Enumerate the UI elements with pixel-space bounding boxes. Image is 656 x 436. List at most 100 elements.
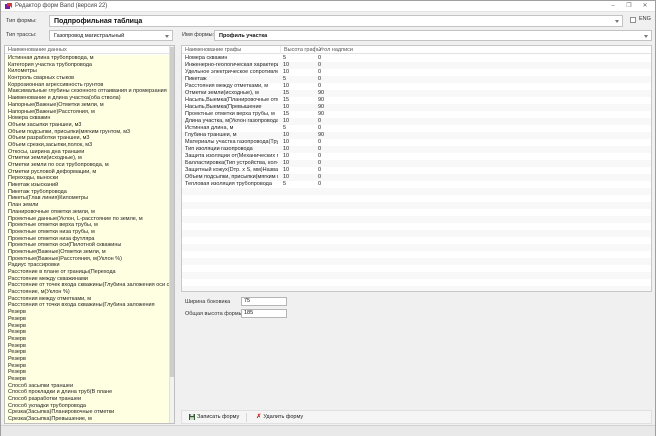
list-item[interactable]: Резерв bbox=[5, 376, 169, 383]
table-row[interactable]: Объем подсыпки, присыпки(мягким грунтом,… bbox=[182, 174, 651, 181]
list-item[interactable]: Контроль сварных стыков bbox=[5, 75, 169, 82]
left-scrollbar-thumb[interactable] bbox=[170, 47, 174, 377]
list-item[interactable]: Резерв bbox=[5, 329, 169, 336]
list-item[interactable]: Отметки русловой деформации, м bbox=[5, 169, 169, 176]
list-item[interactable]: Расстояние в плане от границы(Перехода bbox=[5, 269, 169, 276]
save-form-button[interactable]: Записать форму bbox=[184, 411, 244, 423]
list-item[interactable]: Резерв bbox=[5, 356, 169, 363]
cell-angle[interactable]: 0 bbox=[318, 69, 321, 76]
list-item[interactable]: Истинная длина трубопровода, м bbox=[5, 55, 169, 62]
list-item[interactable]: Проектные отметки оси(Пилотной скважины bbox=[5, 242, 169, 249]
list-item[interactable]: Отметки земли(исходные), м bbox=[5, 155, 169, 162]
table-row[interactable]: Защита изоляции от(Механических поврежде… bbox=[182, 153, 651, 160]
cell-angle[interactable]: 0 bbox=[318, 160, 321, 167]
list-item[interactable]: Максимальные глубины сезонного оттаивани… bbox=[5, 88, 169, 95]
table-row[interactable]: Длина участка, м(Уклон газопровода100 bbox=[182, 118, 651, 125]
form-name-combobox[interactable]: Профиль участка bbox=[214, 30, 652, 41]
table-row[interactable]: Удельное электрическое сопротивление гру… bbox=[182, 69, 651, 76]
cell-height[interactable]: 5 bbox=[283, 76, 286, 83]
table-row[interactable]: Пикетаж50 bbox=[182, 76, 651, 83]
list-item[interactable]: Километры bbox=[5, 68, 169, 75]
cell-height[interactable]: 10 bbox=[283, 160, 289, 167]
table-row[interactable]: Номера скважин50 bbox=[182, 55, 651, 62]
cell-angle[interactable]: 0 bbox=[318, 146, 321, 153]
table-row[interactable]: Материалы участка газопровода(Труба D х … bbox=[182, 139, 651, 146]
cell-height[interactable]: 5 bbox=[283, 181, 286, 188]
table-row[interactable]: Расстояния между отметками, м100 bbox=[182, 83, 651, 90]
cell-angle[interactable]: 0 bbox=[318, 76, 321, 83]
cell-height[interactable]: 10 bbox=[283, 83, 289, 90]
list-item[interactable]: Проектные(Важные)Отметки земли, м bbox=[5, 249, 169, 256]
list-item[interactable]: Напорные(Важные)Расстояния, м bbox=[5, 109, 169, 116]
cell-angle[interactable]: 90 bbox=[318, 97, 324, 104]
list-item[interactable]: Срезка(Засыпка)Превышение, м bbox=[5, 416, 169, 423]
side-width-input[interactable]: 75 bbox=[241, 297, 287, 306]
list-item[interactable]: Проектные отметки низа футляра bbox=[5, 236, 169, 243]
cell-angle[interactable]: 0 bbox=[318, 83, 321, 90]
route-type-combobox[interactable]: Газопровод магистральный bbox=[49, 30, 173, 41]
delete-form-button[interactable]: ✗ Удалить форму bbox=[251, 411, 308, 423]
cell-height[interactable]: 15 bbox=[283, 97, 289, 104]
list-item[interactable]: Объем срезки,засыпки,полок, м3 bbox=[5, 142, 169, 149]
cell-height[interactable]: 10 bbox=[283, 174, 289, 181]
total-height-input[interactable]: 185 bbox=[241, 309, 287, 318]
cell-angle[interactable]: 0 bbox=[318, 153, 321, 160]
list-item[interactable]: Способ засыпки траншеи bbox=[5, 383, 169, 390]
list-item[interactable]: Резерв bbox=[5, 349, 169, 356]
list-item[interactable]: Проектные(Важные)Расстояния, м(Уклон %) bbox=[5, 256, 169, 263]
cell-angle[interactable]: 0 bbox=[318, 174, 321, 181]
cell-height[interactable]: 5 bbox=[283, 125, 286, 132]
cell-angle[interactable]: 0 bbox=[318, 62, 321, 69]
list-item[interactable]: Отметки земли по оси трубопровода, м bbox=[5, 162, 169, 169]
cell-height[interactable]: 10 bbox=[283, 118, 289, 125]
cell-height[interactable]: 10 bbox=[283, 139, 289, 146]
cell-angle[interactable]: 0 bbox=[318, 167, 321, 174]
list-item[interactable]: Откосы, ширина дна траншеи bbox=[5, 149, 169, 156]
table-row[interactable]: Защитный кожух(Dтр. х S, мм)Название100 bbox=[182, 167, 651, 174]
list-item[interactable]: Резерв bbox=[5, 343, 169, 350]
list-item[interactable]: Способ разработки траншеи bbox=[5, 396, 169, 403]
left-scrollbar[interactable] bbox=[169, 46, 174, 423]
cell-height[interactable]: 5 bbox=[283, 55, 286, 62]
cell-angle[interactable]: 0 bbox=[318, 125, 321, 132]
cell-height[interactable]: 10 bbox=[283, 132, 289, 139]
table-row[interactable]: Инженерно-геологическая характеристика г… bbox=[182, 62, 651, 69]
cell-height[interactable]: 15 bbox=[283, 111, 289, 118]
list-item[interactable]: Проектные отметки низа трубы, м bbox=[5, 229, 169, 236]
cell-angle[interactable]: 0 bbox=[318, 139, 321, 146]
cell-height[interactable]: 10 bbox=[283, 146, 289, 153]
table-row[interactable]: Проектные отметки верха трубы, м1590 bbox=[182, 111, 651, 118]
table-row[interactable]: Насыпь,Выемка(Планировочные отметки1590 bbox=[182, 97, 651, 104]
cell-angle[interactable]: 0 bbox=[318, 55, 321, 62]
list-item[interactable]: Расстояния от точки входа скважины(Глуби… bbox=[5, 302, 169, 309]
list-item[interactable]: Резерв bbox=[5, 336, 169, 343]
list-item[interactable]: Радиус трассировки bbox=[5, 262, 169, 269]
table-row[interactable]: Отметки земли(исходные), м1590 bbox=[182, 90, 651, 97]
maximize-button[interactable]: ❐ bbox=[621, 1, 637, 12]
cell-height[interactable]: 10 bbox=[283, 62, 289, 69]
cell-height[interactable]: 10 bbox=[283, 69, 289, 76]
list-item[interactable]: Объем разработки траншеи, м3 bbox=[5, 135, 169, 142]
chevron-down-icon[interactable] bbox=[644, 35, 648, 38]
eng-checkbox[interactable] bbox=[630, 17, 636, 23]
table-row[interactable]: Балластировка(Тип устройства, кол-во, ша… bbox=[182, 160, 651, 167]
list-item[interactable]: Расстояние между скважинами bbox=[5, 276, 169, 283]
list-item[interactable]: Резерв bbox=[5, 323, 169, 330]
table-row[interactable]: Насыпь,Выемка(Превышение1090 bbox=[182, 104, 651, 111]
list-item[interactable]: Проектные данные(Уклон, L-расстояние по … bbox=[5, 216, 169, 223]
minimize-button[interactable]: – bbox=[605, 1, 621, 12]
cell-height[interactable]: 15 bbox=[283, 90, 289, 97]
table-row[interactable]: Истинная длина, м50 bbox=[182, 125, 651, 132]
table-row[interactable]: Глубина траншеи, м1090 bbox=[182, 132, 651, 139]
list-item[interactable]: Коррозионная агрессивность грунтов bbox=[5, 82, 169, 89]
close-button[interactable]: ✕ bbox=[637, 1, 653, 12]
list-item[interactable]: Объем подсыпки, присыпки(мягким грунтом,… bbox=[5, 129, 169, 136]
list-item[interactable]: Резерв bbox=[5, 316, 169, 323]
chevron-down-icon[interactable] bbox=[615, 20, 619, 23]
chevron-down-icon[interactable] bbox=[165, 35, 169, 38]
list-item[interactable]: Объем засыпки траншеи, м3 bbox=[5, 122, 169, 129]
cell-height[interactable]: 10 bbox=[283, 153, 289, 160]
list-item[interactable]: Расстояние, м(Уклон %) bbox=[5, 289, 169, 296]
cell-angle[interactable]: 90 bbox=[318, 132, 324, 139]
list-item[interactable]: Категория участка трубопровода bbox=[5, 62, 169, 69]
